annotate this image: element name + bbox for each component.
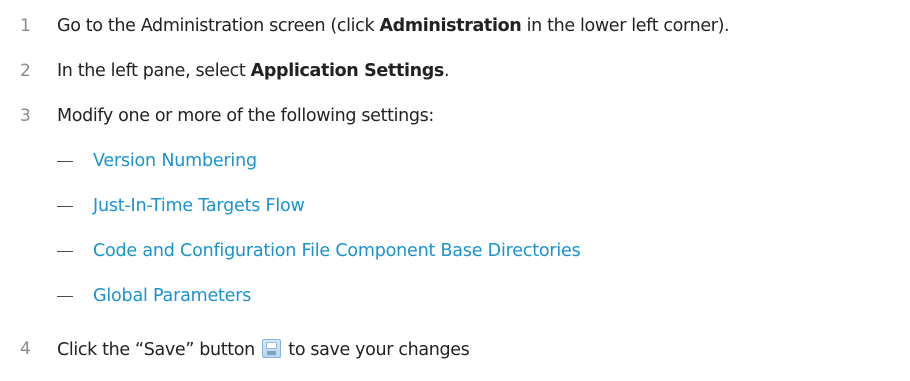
- step-text-after: .: [443, 61, 450, 81]
- step-text-before: In the left pane, select: [57, 61, 251, 81]
- step-number: 4: [20, 339, 31, 359]
- global-parameters-link[interactable]: Global Parameters: [93, 286, 251, 306]
- step-number: 3: [20, 106, 31, 126]
- step-4: 4 Click the “Save” button to save your c…: [0, 336, 910, 362]
- code-config-base-directories-link[interactable]: Code and Configuration File Component Ba…: [93, 241, 581, 261]
- list-item: Global Parameters: [0, 283, 910, 309]
- step-text: Go to the Administration screen (click A…: [57, 16, 730, 36]
- step-text-after: in the lower left corner).: [521, 16, 730, 36]
- step-text-before: Click the “Save” button: [57, 339, 261, 360]
- dash-bullet: [57, 296, 73, 297]
- step-1: 1 Go to the Administration screen (click…: [0, 13, 910, 39]
- step-2: 2 In the left pane, select Application S…: [0, 58, 910, 84]
- step-text: Click the “Save” button to save your cha…: [57, 338, 470, 360]
- step-3: 3 Modify one or more of the following se…: [0, 103, 910, 129]
- save-icon: [262, 338, 282, 358]
- administration-label: Administration: [379, 16, 522, 36]
- step-text: In the left pane, select Application Set…: [57, 61, 450, 81]
- step-text-before: Go to the Administration screen (click: [57, 16, 380, 36]
- list-item: Code and Configuration File Component Ba…: [0, 238, 910, 264]
- dash-bullet: [57, 161, 73, 162]
- application-settings-label: Application Settings: [250, 61, 445, 81]
- just-in-time-targets-flow-link[interactable]: Just-In-Time Targets Flow: [93, 196, 305, 216]
- list-item: Just-In-Time Targets Flow: [0, 193, 910, 219]
- step-text: Modify one or more of the following sett…: [57, 106, 434, 126]
- version-numbering-link[interactable]: Version Numbering: [93, 151, 257, 171]
- list-item: Version Numbering: [0, 148, 910, 174]
- step-text-after: to save your changes: [283, 339, 470, 360]
- step-number: 2: [20, 61, 31, 81]
- dash-bullet: [57, 251, 73, 252]
- step-number: 1: [20, 16, 31, 36]
- procedure-steps: 1 Go to the Administration screen (click…: [0, 0, 910, 381]
- dash-bullet: [57, 206, 73, 207]
